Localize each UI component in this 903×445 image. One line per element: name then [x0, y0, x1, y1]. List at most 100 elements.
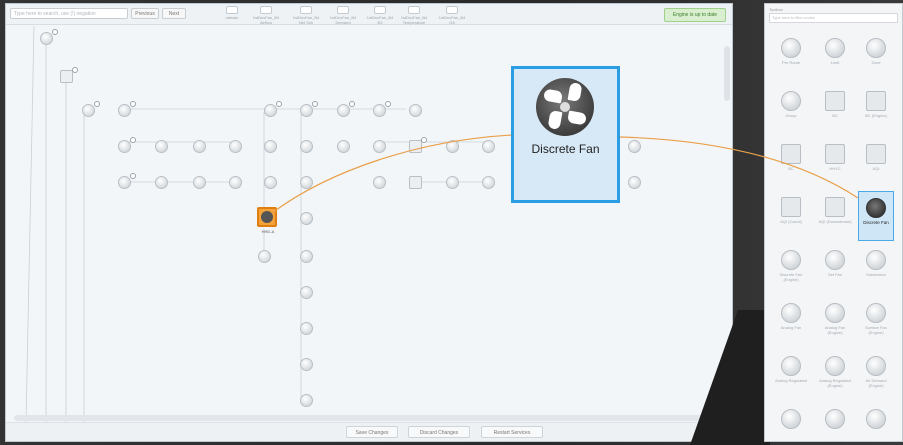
- graph-node[interactable]: [359, 176, 399, 189]
- node-type-icon: [825, 91, 845, 111]
- restart-services-button[interactable]: Restart Services: [481, 426, 543, 438]
- palette-item[interactable]: Pre Route: [773, 32, 809, 82]
- top-node-3[interactable]: 1stDuvFan_B4 Demand: [329, 6, 357, 25]
- discard-changes-button[interactable]: Discard Changes: [408, 426, 470, 438]
- graph-node[interactable]: [468, 176, 508, 189]
- graph-node[interactable]: [141, 140, 181, 153]
- node-type-icon: [825, 250, 845, 270]
- node-type-icon: [866, 250, 886, 270]
- palette-item-label: Surface Fan (Engine): [865, 325, 887, 335]
- palette-item-label: Pre Route: [781, 60, 800, 65]
- graph-node[interactable]: [286, 250, 326, 263]
- graph-node[interactable]: [432, 140, 472, 153]
- graph-node[interactable]: [179, 140, 219, 153]
- selected-discrete-fan-node[interactable]: [257, 207, 277, 227]
- palette-item-label: Discrete Fan (Engine): [779, 272, 803, 282]
- node-type-icon: [781, 144, 801, 164]
- palette-item[interactable]: Subsection: [858, 244, 894, 294]
- graph-node[interactable]: [104, 101, 144, 117]
- graph-node[interactable]: [286, 358, 326, 371]
- graph-node[interactable]: [286, 394, 326, 407]
- palette-item-label: BC: [788, 166, 794, 171]
- palette-item[interactable]: Group: [773, 85, 809, 135]
- graph-node[interactable]: [250, 176, 290, 189]
- palette-item[interactable]: Limit: [817, 32, 853, 82]
- graph-node[interactable]: [244, 250, 284, 263]
- palette-item-label: Set Fan: [827, 272, 842, 277]
- palette-item[interactable]: Analog Fan (Engine): [817, 297, 853, 347]
- node-type-icon: [825, 356, 845, 376]
- palette-item-label: Subsection: [866, 272, 886, 277]
- graph-node[interactable]: [286, 176, 326, 189]
- palette-item[interactable]: HHVC: [817, 138, 853, 188]
- graph-node[interactable]: [215, 176, 255, 189]
- node-type-icon: [781, 303, 801, 323]
- graph-canvas-window[interactable]: Type here to search, use (!) negation Pr…: [5, 3, 733, 442]
- graph-node[interactable]: [286, 286, 326, 299]
- palette-item[interactable]: AQI (Downstream): [817, 191, 853, 241]
- palette-item[interactable]: Analog Fan: [773, 297, 809, 347]
- graph-node[interactable]: [468, 140, 508, 153]
- palette-item[interactable]: AQI: [858, 138, 894, 188]
- graph-node[interactable]: [104, 173, 144, 189]
- graph-node[interactable]: [286, 212, 326, 225]
- graph-node[interactable]: [323, 101, 363, 117]
- graph-node[interactable]: [215, 140, 255, 153]
- graph-node[interactable]: [395, 104, 435, 117]
- palette-item[interactable]: Surface Fan (Engine): [858, 297, 894, 347]
- canvas-search-input[interactable]: Type here to search, use (!) negation: [10, 8, 128, 19]
- graph-node[interactable]: [432, 176, 472, 189]
- top-node-6[interactable]: 1stDuvFan_B4 OA: [438, 6, 466, 25]
- palette-search-input[interactable]: Type here to filter nodes: [769, 13, 898, 23]
- top-node-0[interactable]: obtusle: [218, 6, 246, 20]
- palette-item[interactable]: Set Fan: [817, 244, 853, 294]
- graph-node[interactable]: [286, 101, 326, 117]
- graph-node[interactable]: [46, 67, 86, 83]
- graph-node[interactable]: [286, 322, 326, 335]
- palette-item[interactable]: BC: [817, 85, 853, 135]
- palette-item[interactable]: [773, 403, 809, 441]
- graph-node[interactable]: [250, 101, 290, 117]
- graph-node[interactable]: [395, 137, 435, 153]
- graph-node[interactable]: [104, 137, 144, 153]
- next-button[interactable]: Next: [162, 8, 186, 19]
- palette-item[interactable]: Discrete Fan (Engine): [773, 244, 809, 294]
- graph-node[interactable]: [614, 176, 654, 189]
- node-type-icon: [866, 303, 886, 323]
- horizontal-scrollbar[interactable]: [14, 415, 720, 421]
- top-node-1[interactable]: 1stDuvFan_B4 Airflow: [252, 6, 280, 25]
- graph-node[interactable]: [250, 140, 290, 153]
- graph-node[interactable]: [179, 176, 219, 189]
- graph-node[interactable]: [286, 140, 326, 153]
- graph-node[interactable]: [68, 101, 108, 117]
- graph-node[interactable]: [614, 140, 654, 153]
- callout-label: Discrete Fan: [531, 142, 600, 156]
- palette-item-discrete-fan[interactable]: Discrete Fan: [858, 191, 894, 241]
- node-type-icon: [781, 409, 801, 429]
- top-node-5[interactable]: 1stDuvFan_B4 Temperature: [400, 6, 428, 25]
- top-node-4[interactable]: 1stDuvFan_B4 B3: [366, 6, 394, 25]
- palette-item[interactable]: AQI (Carrot): [773, 191, 809, 241]
- node-type-icon: [825, 144, 845, 164]
- graph-node[interactable]: [359, 140, 399, 153]
- palette-item[interactable]: [858, 403, 894, 441]
- palette-item[interactable]: Zone: [858, 32, 894, 82]
- palette-item[interactable]: Air Demand (Engine): [858, 350, 894, 400]
- palette-item[interactable]: BC: [773, 138, 809, 188]
- graph-node[interactable]: [359, 101, 399, 117]
- graph-node[interactable]: [141, 176, 181, 189]
- palette-item[interactable]: Analog Regulated: [773, 350, 809, 400]
- node-type-icon: [825, 303, 845, 323]
- palette-item[interactable]: [817, 403, 853, 441]
- previous-button[interactable]: Previous: [131, 8, 159, 19]
- palette-item[interactable]: BC (Engine): [858, 85, 894, 135]
- graph-node[interactable]: [26, 29, 66, 45]
- node-type-icon: [781, 38, 801, 58]
- palette-item-label: Air Demand (Engine): [865, 378, 887, 388]
- graph-node[interactable]: [395, 176, 435, 189]
- top-node-2[interactable]: 1stDuvFan_B4 Net Sch: [292, 6, 320, 25]
- save-changes-button[interactable]: Save Changes: [346, 426, 398, 438]
- vertical-scrollbar[interactable]: [724, 46, 730, 101]
- palette-item[interactable]: Analog Regulated (Engine): [817, 350, 853, 400]
- graph-node[interactable]: [323, 140, 363, 153]
